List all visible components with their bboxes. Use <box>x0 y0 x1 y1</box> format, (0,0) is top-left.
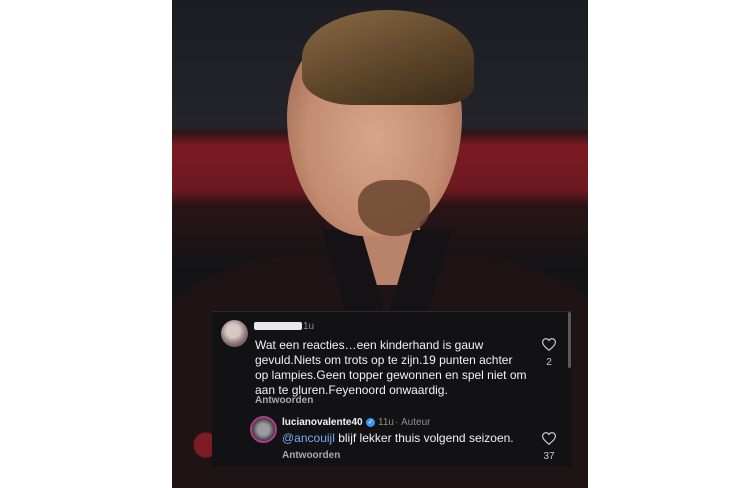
like-count: 37 <box>543 451 555 462</box>
comment-line: gevuld.Niets om trots op te zijn.19 punt… <box>255 353 513 367</box>
reply-body: blijf lekker thuis volgend seizoen. <box>334 431 514 445</box>
reply-button[interactable]: Antwoorden <box>282 450 340 461</box>
comment-line: Wat een reacties…een kinderhand is gauw <box>255 338 484 352</box>
comments-scrollbar[interactable] <box>568 312 571 368</box>
heart-icon[interactable] <box>542 432 556 445</box>
avatar[interactable] <box>221 320 248 347</box>
comment-text: Wat een reacties…een kinderhand is gauw … <box>255 338 545 398</box>
heart-icon[interactable] <box>542 338 556 351</box>
meta-separator: · <box>395 417 399 428</box>
comment-line: op lampies.Geen topper gewonnen en spel … <box>255 368 527 382</box>
verified-badge-icon: ✓ <box>366 418 375 427</box>
reply-button[interactable]: Antwoorden <box>255 395 313 406</box>
reply-username[interactable]: lucianovalente40 <box>282 417 363 428</box>
hair-shape <box>302 10 474 105</box>
reply-text: @ancouijl blijf lekker thuis volgend sei… <box>282 431 552 446</box>
like-count: 2 <box>546 357 552 368</box>
redacted-username <box>254 322 302 330</box>
beard-shape <box>358 180 430 236</box>
comment-time: 1u <box>303 321 315 332</box>
reply-time: 11u <box>378 417 394 428</box>
avatar[interactable] <box>250 416 277 443</box>
mention-link[interactable]: @ancouijl <box>282 431 335 445</box>
author-badge: Auteur <box>401 417 431 428</box>
